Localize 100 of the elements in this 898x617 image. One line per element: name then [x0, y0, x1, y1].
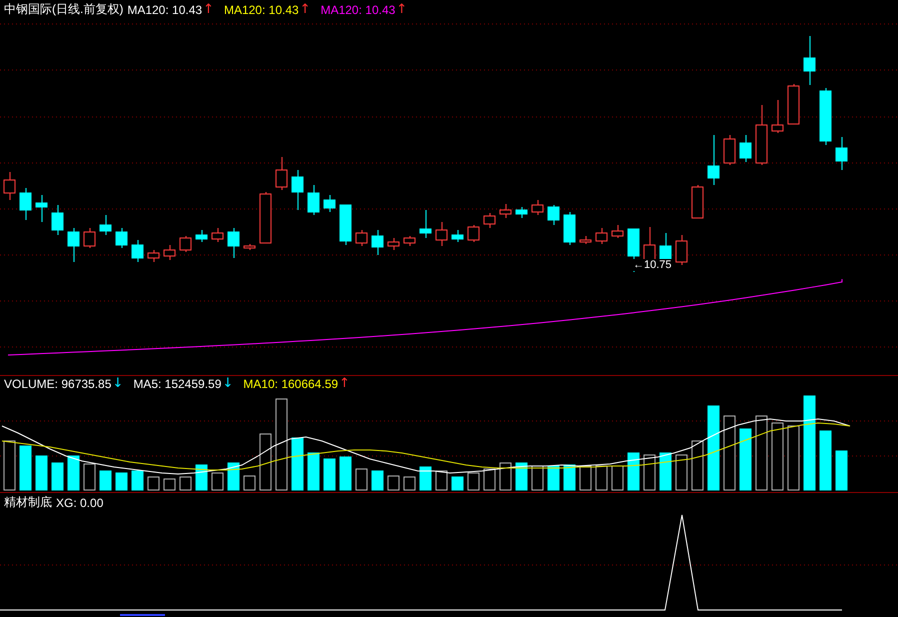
- candlestick: [500, 204, 512, 218]
- volume-bar: [820, 430, 832, 490]
- candlestick: [452, 230, 464, 242]
- volume-bar: [452, 476, 464, 490]
- low-price-label: ←10.75: [632, 259, 673, 271]
- candlestick: [740, 134, 752, 162]
- volume-bar: [100, 470, 112, 490]
- candlestick: [100, 214, 112, 236]
- candlestick: [228, 228, 240, 258]
- candlestick: [804, 36, 816, 86]
- candlestick: [324, 194, 336, 212]
- volume-bar: [548, 466, 560, 490]
- trend-arrow: ↑: [300, 2, 311, 16]
- volume-bar: [228, 462, 240, 490]
- candlestick: [276, 156, 288, 190]
- volume-bar: [564, 464, 576, 490]
- candlestick: [820, 88, 832, 146]
- volume-bar: [324, 458, 336, 490]
- candlestick: [692, 184, 704, 218]
- candlestick: [372, 230, 384, 256]
- candlestick: [388, 238, 400, 250]
- candlestick: [468, 224, 480, 242]
- trend-arrow: ↓: [112, 377, 124, 391]
- volume-bar: [436, 470, 448, 490]
- candlestick: [564, 212, 576, 246]
- candlestick: [308, 184, 320, 216]
- indicator-value: XG: 0.00: [56, 496, 104, 510]
- volume-bar: [4, 440, 16, 490]
- candlestick: [772, 100, 784, 134]
- volume-bar: [180, 476, 192, 490]
- volume-bar: [388, 476, 400, 490]
- trend-arrow: ↑: [203, 2, 214, 16]
- volume-bar: [68, 456, 80, 490]
- volume-bar: [116, 472, 128, 490]
- candlestick: [260, 192, 272, 244]
- volume-bar: [340, 456, 352, 490]
- candlestick: [404, 236, 416, 246]
- volume-bar: [580, 466, 592, 490]
- trend-arrow: ↑: [339, 377, 350, 391]
- candlestick: [4, 172, 16, 200]
- volume-bar: [468, 472, 480, 490]
- candlestick: [420, 210, 432, 238]
- volume-bar: [36, 456, 48, 490]
- trend-arrow: ↑: [396, 2, 408, 16]
- volume-bar: [356, 468, 368, 490]
- candlestick: [596, 228, 608, 244]
- trend-arrow: ↓: [222, 377, 234, 391]
- candlestick: [212, 228, 224, 242]
- volume-bar: [244, 476, 256, 490]
- candlestick: [132, 240, 144, 262]
- indicator-value: MA120: 10.43: [127, 2, 202, 16]
- volume-bar: [260, 434, 272, 490]
- indicator-value: MA10: 160664.59: [243, 377, 338, 391]
- candlestick: [180, 236, 192, 252]
- volume-bar: [484, 468, 496, 490]
- indicator-value: MA120: 10.43: [224, 2, 299, 16]
- candlestick: [292, 170, 304, 210]
- volume-bar: [292, 438, 304, 490]
- volume-bar: [516, 462, 528, 490]
- volume-bar: [788, 426, 800, 490]
- candlestick: [196, 230, 208, 242]
- candlestick: [612, 224, 624, 238]
- volume-bar: [52, 462, 64, 490]
- volume-bar: [628, 452, 640, 490]
- volume-bar: [740, 428, 752, 490]
- candlestick: [436, 222, 448, 246]
- candlestick: [20, 188, 32, 220]
- volume-bar: [164, 478, 176, 490]
- volume-bar: [532, 466, 544, 490]
- volume-bar: [420, 466, 432, 490]
- volume-bar: [692, 440, 704, 490]
- candlestick: [356, 230, 368, 246]
- volume-bar: [148, 476, 160, 490]
- panel-title: 精材制底: [4, 494, 52, 511]
- volume-bar: [308, 452, 320, 490]
- volume-bar: [196, 464, 208, 490]
- volume-bar: [20, 446, 32, 490]
- volume-bar: [612, 466, 624, 490]
- candlestick: [68, 228, 80, 262]
- candlestick: [836, 136, 848, 170]
- volume-bar: [676, 454, 688, 490]
- candlestick: [36, 194, 48, 222]
- volume-bar: [660, 452, 672, 490]
- candlestick: [788, 84, 800, 124]
- candlestick: [548, 204, 560, 226]
- candlestick: [756, 104, 768, 166]
- volume-bar: [836, 450, 848, 490]
- candlestick: [516, 206, 528, 218]
- volume-bar: [500, 462, 512, 490]
- indicator-value: VOLUME: 96735.85: [4, 377, 112, 391]
- candlestick: [164, 244, 176, 260]
- volume-bar: [212, 472, 224, 490]
- candlestick: [724, 134, 736, 166]
- panel-title: 中钢国际(日线.前复权): [4, 1, 124, 18]
- candlestick: [532, 200, 544, 216]
- candlestick: [52, 204, 64, 236]
- candlestick: [580, 236, 592, 244]
- candlestick: [708, 134, 720, 186]
- indicator-value: MA5: 152459.59: [133, 377, 222, 391]
- volume-bar: [772, 422, 784, 490]
